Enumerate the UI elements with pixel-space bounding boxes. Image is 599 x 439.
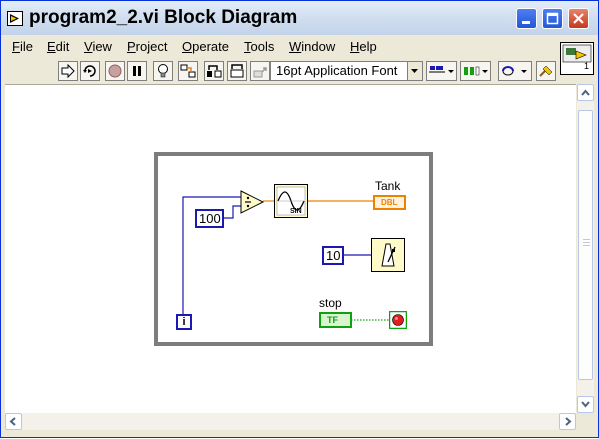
divide-function[interactable] xyxy=(240,190,265,214)
horizontal-scrollbar[interactable] xyxy=(5,413,576,430)
wire-const-100[interactable] xyxy=(223,205,241,219)
stop-control-terminal[interactable]: TF xyxy=(319,312,352,328)
scrollbar-corner xyxy=(577,413,594,430)
numeric-constant-100[interactable]: 100 xyxy=(195,209,224,228)
vertical-scrollbar[interactable] xyxy=(577,84,594,413)
chevron-down-icon xyxy=(581,401,590,408)
stop-terminal-text: TF xyxy=(327,315,338,325)
loop-condition-terminal[interactable] xyxy=(389,311,407,329)
numeric-constant-10[interactable]: 10 xyxy=(322,246,344,265)
chevron-up-icon xyxy=(581,89,590,96)
scroll-grip-icon xyxy=(583,239,590,248)
chevron-right-icon xyxy=(565,417,572,426)
stop-control-label: stop xyxy=(319,296,342,310)
scroll-left-button[interactable] xyxy=(5,413,22,430)
wait-ms-function[interactable] xyxy=(371,238,405,272)
scroll-down-button[interactable] xyxy=(577,396,594,413)
sine-node-label: SIN xyxy=(290,208,302,215)
vertical-scroll-thumb[interactable] xyxy=(578,110,593,380)
block-diagram-window: program2_2.vi Block Diagram File Edit Vi… xyxy=(0,0,599,438)
iteration-terminal[interactable]: i xyxy=(176,314,192,330)
scroll-up-button[interactable] xyxy=(577,84,594,101)
scroll-right-button[interactable] xyxy=(559,413,576,430)
tank-indicator-terminal[interactable]: DBL xyxy=(373,195,406,210)
wires-layer xyxy=(182,196,390,321)
tank-indicator-label: Tank xyxy=(375,179,401,193)
chevron-left-icon xyxy=(9,417,16,426)
